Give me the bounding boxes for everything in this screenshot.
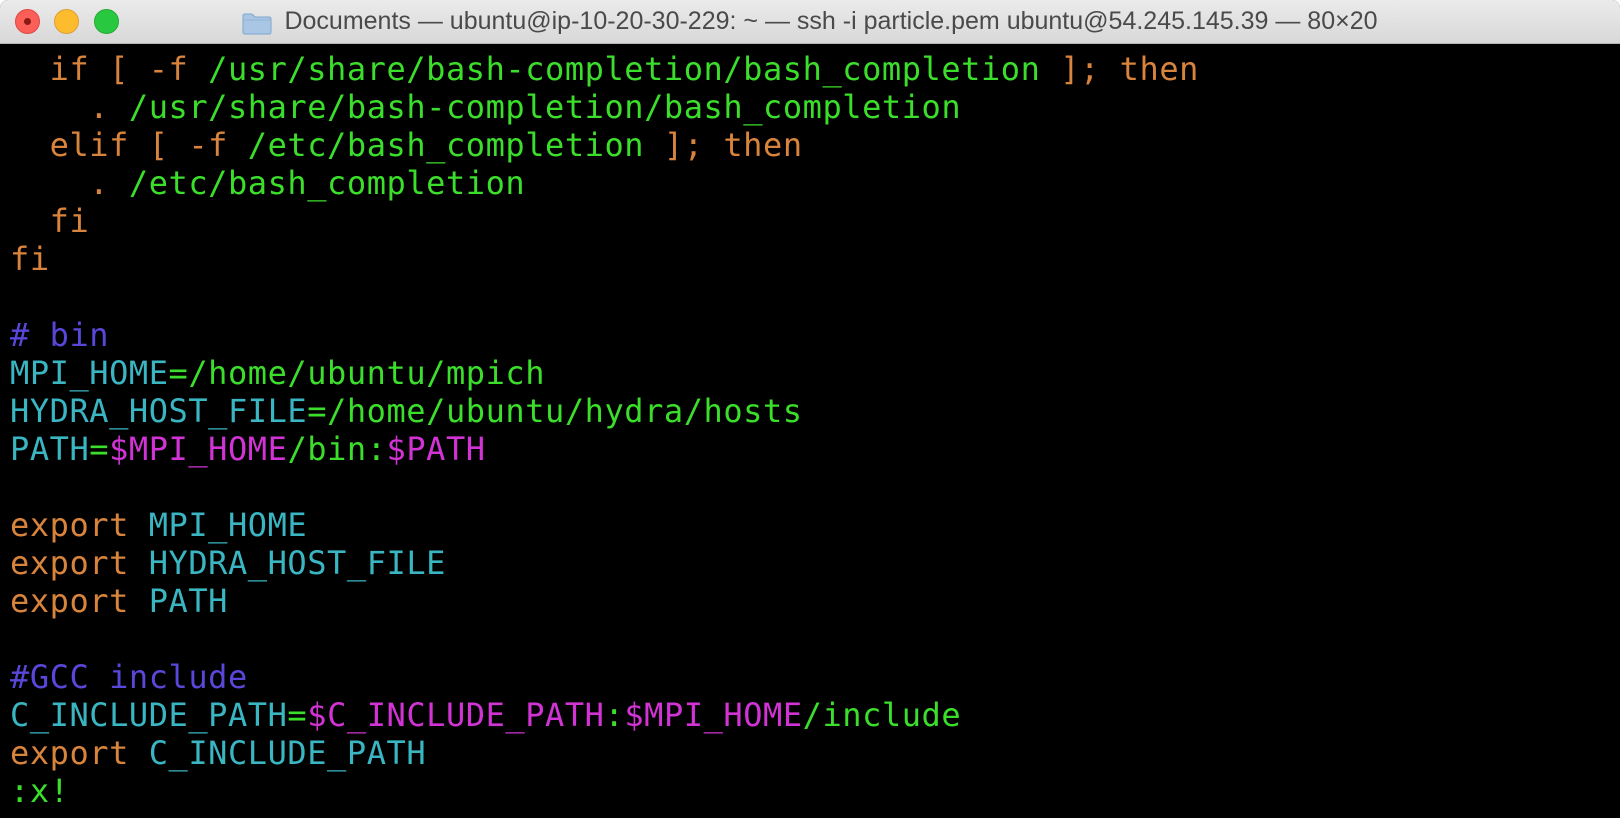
terminal-line: MPI_HOME=/home/ubuntu/mpich [10,354,1620,392]
terminal-line: export PATH [10,582,1620,620]
code-token-keyword: fi [10,240,50,278]
terminal-line: :x! [10,772,1620,810]
code-token-variable: MPI_HOME [10,354,169,392]
code-token-string-path: =/home/ubuntu/mpich [168,354,546,392]
code-token-keyword: ]; then [644,126,803,164]
terminal-line: export C_INCLUDE_PATH [10,734,1620,772]
terminal-content[interactable]: if [ -f /usr/share/bash-completion/bash_… [0,50,1620,818]
window-title: Documents — ubuntu@ip-10-20-30-229: ~ — … [284,7,1378,36]
terminal-window: Documents — ubuntu@ip-10-20-30-229: ~ — … [0,0,1620,818]
terminal-line: export MPI_HOME [10,506,1620,544]
terminal-line: elif [ -f /etc/bash_completion ]; then [10,126,1620,164]
code-token-string-path: /include [802,696,962,734]
code-token-keyword: fi [10,202,90,240]
terminal-line: # bin [10,316,1620,354]
terminal-line: fi [10,202,1620,240]
code-token-keyword: export [10,582,149,620]
code-token-variable: C_INCLUDE_PATH [148,734,427,772]
code-token-string-path: /usr/share/bash-completion/bash_completi… [128,88,962,126]
terminal-line: C_INCLUDE_PATH=$C_INCLUDE_PATH:$MPI_HOME… [10,696,1620,734]
code-token-variable: PATH [148,582,228,620]
code-token-string-path: /bin: [287,430,387,468]
terminal-line: . /usr/share/bash-completion/bash_comple… [10,88,1620,126]
code-token-string-path: /etc/bash_completion [128,164,526,202]
code-token-keyword: ]; then [1040,50,1199,88]
folder-icon [242,9,272,35]
code-token-variable: PATH [10,430,90,468]
window-title-area: Documents — ubuntu@ip-10-20-30-229: ~ — … [0,0,1620,44]
code-token-keyword: export [10,544,149,582]
code-token-string-path: = [89,430,110,468]
code-token-keyword: elif [ -f [10,126,248,164]
code-token-expansion: $MPI_HOME [624,696,803,734]
code-token-keyword: export [10,506,149,544]
terminal-line: #GCC include [10,658,1620,696]
code-token-comment: # bin [10,316,110,354]
code-token-string-path: = [287,696,308,734]
code-token-expansion: $MPI_HOME [109,430,288,468]
code-token-expansion: $PATH [386,430,486,468]
code-token-keyword: export [10,734,149,772]
terminal-line: fi [10,240,1620,278]
terminal-line: export HYDRA_HOST_FILE [10,544,1620,582]
code-token-variable: C_INCLUDE_PATH [10,696,288,734]
code-token-string-path: /etc/bash_completion [247,126,645,164]
code-token-keyword: . [10,164,129,202]
terminal-line: if [ -f /usr/share/bash-completion/bash_… [10,50,1620,88]
code-token-keyword: if [ -f [10,50,209,88]
code-token-variable: MPI_HOME [148,506,308,544]
code-token-expansion: $C_INCLUDE_PATH [307,696,605,734]
code-token-keyword: . [10,88,129,126]
code-token-string-path: : [604,696,625,734]
code-token-variable: HYDRA_HOST_FILE [10,392,308,430]
terminal-line: HYDRA_HOST_FILE=/home/ubuntu/hydra/hosts [10,392,1620,430]
code-token-variable: HYDRA_HOST_FILE [148,544,446,582]
title-bar[interactable]: Documents — ubuntu@ip-10-20-30-229: ~ — … [0,0,1620,44]
terminal-line: . /etc/bash_completion [10,164,1620,202]
code-token-comment: #GCC include [10,658,248,696]
terminal-line: PATH=$MPI_HOME/bin:$PATH [10,430,1620,468]
code-token-string-path: /usr/share/bash-completion/bash_completi… [208,50,1041,88]
code-token-string-path: :x! [10,772,70,810]
code-token-string-path: =/home/ubuntu/hydra/hosts [307,392,803,430]
